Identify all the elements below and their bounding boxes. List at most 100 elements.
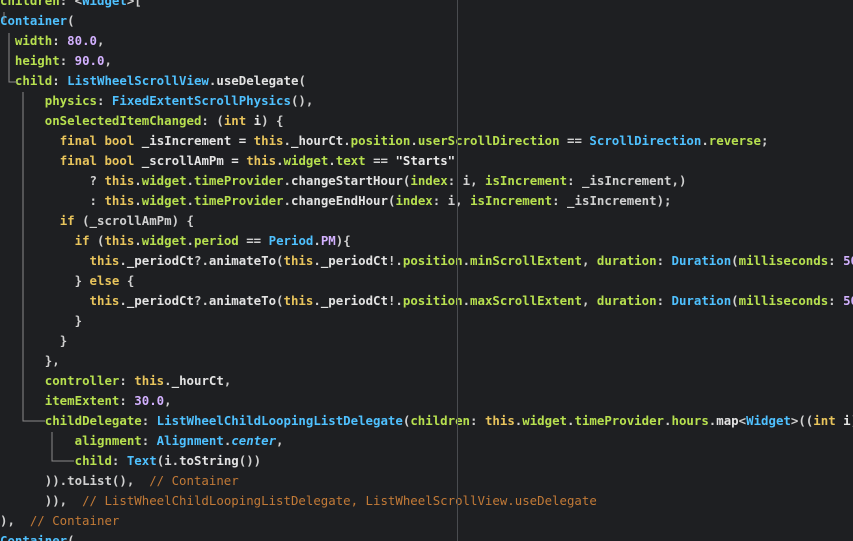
code-token: center — [231, 433, 277, 448]
code-line[interactable]: } else { — [0, 271, 853, 291]
code-editor[interactable]: children: <Widget>[Container( width: 80.… — [0, 0, 853, 541]
code-token: . — [134, 233, 142, 248]
code-token: hours — [671, 413, 709, 428]
code-token: )), — [44, 493, 83, 508]
code-token: "Starts" — [395, 153, 456, 168]
code-token: children — [410, 413, 471, 428]
code-line[interactable]: this._periodCt?.animateTo(this._periodCt… — [0, 251, 853, 271]
code-token: . — [119, 253, 127, 268]
code-token: this — [104, 193, 135, 208]
code-token: if — [74, 233, 90, 248]
code-line[interactable]: height: 90.0, — [0, 51, 853, 71]
code-token: onSelectedItemChanged — [44, 113, 202, 128]
code-token: _scrollAmPm = — [134, 153, 247, 168]
code-token: : _isIncrement); — [552, 193, 672, 208]
code-token: bool — [104, 133, 135, 148]
code-token: : — [828, 293, 844, 308]
code-token: changeStartHour — [291, 173, 403, 188]
code-line[interactable]: )), // ListWheelChildLoopingListDelegate… — [0, 491, 853, 511]
code-token: // Container — [29, 513, 120, 528]
code-token: childDelegate — [44, 413, 142, 428]
code-token: animateTo — [208, 253, 277, 268]
code-token: _periodCt — [320, 253, 388, 268]
code-token: milliseconds — [738, 293, 829, 308]
code-token: ScrollDirection — [589, 133, 702, 148]
code-line[interactable]: Container( — [0, 11, 853, 31]
code-token: : _isIncrement,) — [567, 173, 687, 188]
code-token: ?. — [193, 253, 209, 268]
code-token: ( — [67, 13, 75, 28]
code-line[interactable]: }, — [0, 351, 853, 371]
code-token: bool — [104, 153, 135, 168]
code-token: (i. — [156, 453, 180, 468]
code-line[interactable]: children: <Widget>[ — [0, 0, 853, 11]
code-token: ( — [731, 293, 739, 308]
code-token: maxScrollExtent — [470, 293, 582, 308]
code-line[interactable]: alignment: Alignment.center, — [0, 431, 853, 451]
code-token: , — [581, 293, 597, 308]
code-token: // Container — [149, 473, 239, 488]
code-token: ListWheelChildLoopingListDelegate — [156, 413, 403, 428]
code-token: this — [253, 133, 284, 148]
code-token: == — [365, 153, 396, 168]
code-line[interactable]: child: Text(i.toString()) — [0, 451, 853, 471]
code-line[interactable]: onSelectedItemChanged: (int i) { — [0, 111, 853, 131]
code-line[interactable]: } — [0, 331, 853, 351]
code-token: _isIncrement = — [134, 133, 254, 148]
code-line[interactable]: ? this.widget.timeProvider.changeStartHo… — [0, 171, 853, 191]
code-token: _periodCt — [320, 293, 388, 308]
code-token: } — [74, 273, 90, 288]
code-token: : — [828, 253, 844, 268]
code-line[interactable]: Container( — [0, 531, 853, 541]
code-token: _periodCt — [126, 253, 194, 268]
code-line[interactable]: ), // Container — [0, 511, 853, 531]
code-line[interactable]: final bool _scrollAmPm = this.widget.tex… — [0, 151, 853, 171]
code-token: . — [313, 233, 321, 248]
code-line[interactable]: itemExtent: 30.0, — [0, 391, 853, 411]
code-token: : — [656, 253, 672, 268]
code-line[interactable]: physics: FixedExtentScrollPhysics(), — [0, 91, 853, 111]
code-line[interactable]: } — [0, 311, 853, 331]
code-token: isIncrement — [470, 193, 553, 208]
code-token: { — [119, 273, 135, 288]
code-token: widget — [141, 173, 187, 188]
code-lines: children: <Widget>[Container( width: 80.… — [0, 0, 853, 541]
code-token: isIncrement — [485, 173, 568, 188]
code-line[interactable]: )).toList(), // Container — [0, 471, 853, 491]
code-token: this — [104, 173, 135, 188]
code-token: physics — [44, 93, 97, 108]
code-token: duration — [596, 293, 657, 308]
code-token: index — [410, 173, 448, 188]
code-token: milliseconds — [738, 253, 829, 268]
code-token: ? — [89, 173, 105, 188]
code-line[interactable]: childDelegate: ListWheelChildLoopingList… — [0, 411, 853, 431]
code-line[interactable]: child: ListWheelScrollView.useDelegate( — [0, 71, 853, 91]
code-token: ), — [0, 513, 30, 528]
code-token: height — [14, 53, 60, 68]
code-token: ; — [761, 133, 769, 148]
code-token: i — [246, 113, 262, 128]
code-line[interactable]: if (this.widget.period == Period.PM){ — [0, 231, 853, 251]
code-token: timeProvider — [194, 173, 284, 188]
code-token: this — [134, 373, 165, 388]
code-token: : ( — [201, 113, 224, 128]
code-line[interactable]: if (_scrollAmPm) { — [0, 211, 853, 231]
code-token: position — [402, 293, 463, 308]
code-token: alignment — [74, 433, 142, 448]
code-line[interactable]: : this.widget.timeProvider.changeEndHour… — [0, 191, 853, 211]
code-token: . — [119, 293, 127, 308]
code-token: else — [89, 273, 120, 288]
code-token: ( — [731, 253, 739, 268]
code-line[interactable]: controller: this._hourCt, — [0, 371, 853, 391]
code-line[interactable]: this._periodCt?.animateTo(this._periodCt… — [0, 291, 853, 311]
code-token: changeEndHour — [291, 193, 388, 208]
code-line[interactable]: width: 80.0, — [0, 31, 853, 51]
code-token: Widget — [82, 0, 127, 8]
code-token: ()) — [238, 453, 262, 468]
code-token: , — [581, 253, 597, 268]
code-line[interactable]: final bool _isIncrement = this._hourCt.p… — [0, 131, 853, 151]
